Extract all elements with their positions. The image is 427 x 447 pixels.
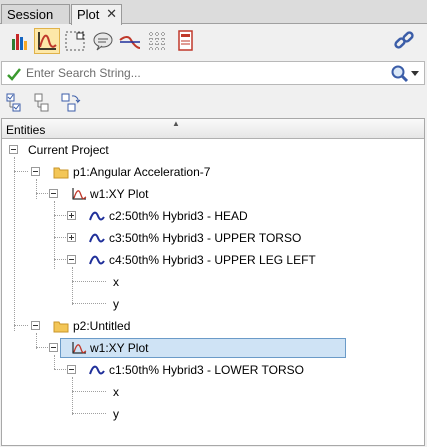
- tab-session-label: Session: [7, 7, 54, 22]
- check-icon: [7, 68, 21, 81]
- search-bar: Enter Search String...: [1, 61, 425, 85]
- bar-chart-button[interactable]: [8, 28, 34, 54]
- folder-icon: [53, 167, 69, 179]
- tree-label: c2:50th% Hybrid3 - HEAD: [109, 209, 248, 223]
- tree-label: c3:50th% Hybrid3 - UPPER TORSO: [109, 231, 302, 245]
- collapse-icon[interactable]: [31, 321, 40, 330]
- collapse-icon[interactable]: [49, 343, 58, 352]
- tree-label: w1:XY Plot: [90, 187, 149, 201]
- expand-all-icon: [6, 93, 21, 112]
- tree-row-window-w1-selected[interactable]: w1:XY Plot: [2, 337, 424, 359]
- grid-icon: [65, 31, 85, 51]
- link-button[interactable]: [392, 28, 418, 54]
- tree-row-vector-y[interactable]: y: [2, 403, 424, 425]
- collapse-all-icon: [34, 93, 49, 112]
- expand-all-button[interactable]: [5, 92, 27, 114]
- entity-tree: Entities ▲ Current Project p1:Angular Ac…: [1, 118, 425, 446]
- tree-row-vector-y[interactable]: y: [2, 293, 424, 315]
- collapse-icon[interactable]: [9, 145, 18, 154]
- search-input[interactable]: Enter Search String...: [26, 66, 141, 80]
- tree-label: y: [113, 297, 119, 311]
- xy-plot-icon: [72, 188, 87, 200]
- tree-label: p2:Untitled: [73, 319, 131, 333]
- toolbar: [0, 25, 427, 57]
- collapse-icon[interactable]: [67, 365, 76, 374]
- tree-row-current-project[interactable]: Current Project: [2, 139, 424, 161]
- tree-row-curve-c3[interactable]: c3:50th% Hybrid3 - UPPER TORSO: [2, 227, 424, 249]
- tree-header[interactable]: Entities ▲: [2, 119, 424, 139]
- tab-plot-label: Plot: [77, 7, 100, 22]
- expand-icon[interactable]: [67, 211, 76, 220]
- xy-plot-button[interactable]: [34, 28, 60, 54]
- tree-label: x: [113, 385, 119, 399]
- tree-row-curve-c2[interactable]: c2:50th% Hybrid3 - HEAD: [2, 205, 424, 227]
- tab-bar: Session Plot ✕: [0, 0, 427, 25]
- xy-plot-icon: [72, 342, 87, 354]
- curve-button[interactable]: [117, 28, 143, 54]
- expand-icon[interactable]: [67, 233, 76, 242]
- tree-row-page-p1[interactable]: p1:Angular Acceleration-7: [2, 161, 424, 183]
- folder-icon: [53, 321, 69, 333]
- note-icon: [93, 32, 113, 51]
- tree-label: y: [113, 407, 119, 421]
- xy-plot-icon: [38, 32, 57, 50]
- curve-icon: [89, 211, 105, 221]
- note-button[interactable]: [90, 28, 116, 54]
- tree-label: c1:50th% Hybrid3 - LOWER TORSO: [109, 363, 304, 377]
- swap-button[interactable]: [60, 92, 82, 114]
- swap-icon: [61, 93, 81, 112]
- tab-session[interactable]: Session: [1, 4, 70, 24]
- curve-icon: [89, 233, 105, 243]
- bar-chart-icon: [12, 34, 27, 50]
- tree-toolbar: [0, 89, 427, 117]
- chevron-down-icon[interactable]: [411, 71, 419, 77]
- tree-label: p1:Angular Acceleration-7: [73, 165, 211, 179]
- tree-row-vector-x[interactable]: x: [2, 381, 424, 403]
- collapse-icon[interactable]: [67, 255, 76, 264]
- tree-label: x: [113, 275, 119, 289]
- link-icon: [394, 31, 414, 49]
- collapse-icon[interactable]: [31, 167, 40, 176]
- tree-label: w1:XY Plot: [90, 341, 149, 355]
- tree-row-page-p2[interactable]: p2:Untitled: [2, 315, 424, 337]
- tab-plot[interactable]: Plot ✕: [71, 4, 122, 25]
- collapse-all-button[interactable]: [33, 92, 55, 114]
- close-icon[interactable]: ✕: [106, 6, 117, 22]
- table-button[interactable]: [145, 28, 171, 54]
- search-icon[interactable]: [390, 64, 410, 84]
- document-button[interactable]: [172, 28, 198, 54]
- tree-header-label: Entities: [6, 123, 46, 137]
- curve-icon: [89, 365, 105, 375]
- tree-row-curve-c1[interactable]: c1:50th% Hybrid3 - LOWER TORSO: [2, 359, 424, 381]
- tree-row-window-w1[interactable]: w1:XY Plot: [2, 183, 424, 205]
- curve-icon: [89, 255, 105, 265]
- tree-label: Current Project: [28, 143, 109, 157]
- tree-row-vector-x[interactable]: x: [2, 271, 424, 293]
- grid-button[interactable]: [63, 28, 89, 54]
- table-icon: [149, 32, 167, 50]
- collapse-icon[interactable]: [49, 189, 58, 198]
- tree-label: c4:50th% Hybrid3 - UPPER LEG LEFT: [109, 253, 316, 267]
- tree-row-curve-c4[interactable]: c4:50th% Hybrid3 - UPPER LEG LEFT: [2, 249, 424, 271]
- curve-icon: [119, 36, 141, 49]
- document-icon: [178, 30, 193, 51]
- sort-arrow-icon[interactable]: ▲: [172, 119, 180, 128]
